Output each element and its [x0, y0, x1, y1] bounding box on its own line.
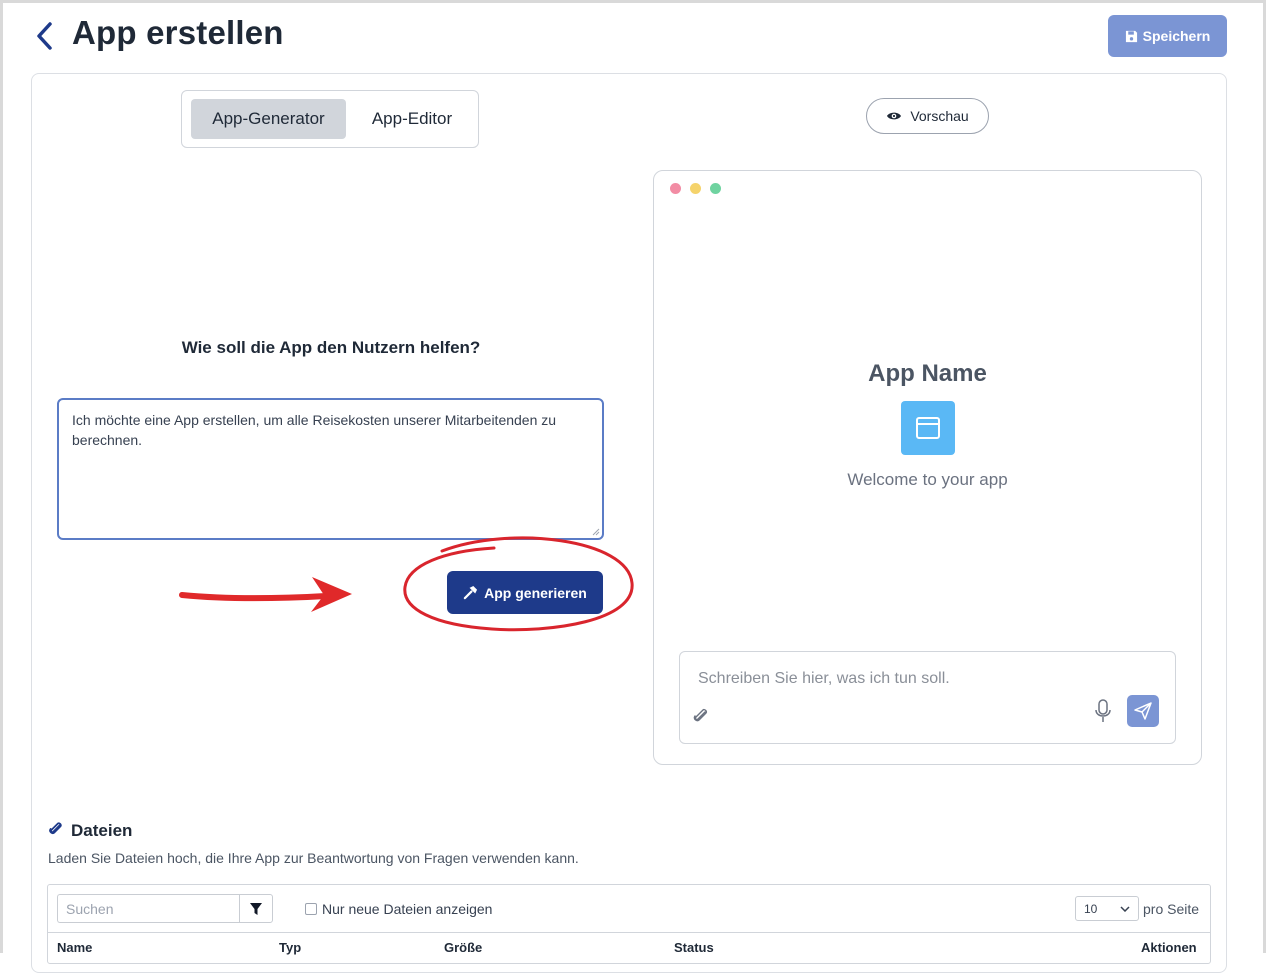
- app-window-icon: [901, 401, 955, 455]
- generate-app-button-label: App generieren: [484, 584, 587, 601]
- per-page-select[interactable]: 10: [1075, 896, 1139, 921]
- filter-funnel-icon: [250, 902, 262, 915]
- hammer-icon: [463, 585, 478, 600]
- chevron-down-icon: [1120, 905, 1130, 912]
- table-header-divider: [48, 932, 1210, 933]
- per-page-label: pro Seite: [1143, 901, 1200, 917]
- window-dot-green: [710, 183, 721, 194]
- app-description-text: Ich möchte eine App erstellen, um alle R…: [72, 412, 557, 448]
- preview-button[interactable]: Vorschau: [866, 98, 989, 134]
- page-title: App erstellen: [72, 14, 284, 51]
- microphone-icon[interactable]: [1093, 698, 1113, 724]
- paper-plane-icon: [1134, 702, 1152, 720]
- filter-button[interactable]: [239, 894, 273, 923]
- window-dot-yellow: [690, 183, 701, 194]
- prompt-question: Wie soll die App den Nutzern helfen?: [181, 338, 481, 357]
- send-button[interactable]: [1127, 695, 1159, 727]
- tab-app-editor[interactable]: App-Editor: [352, 99, 472, 139]
- annotation-arrow-icon: [179, 577, 352, 612]
- only-new-files-checkbox[interactable]: [305, 903, 317, 915]
- paperclip-icon[interactable]: [691, 706, 711, 726]
- only-new-files-label: Nur neue Dateien anzeigen: [322, 901, 493, 917]
- preview-button-label: Vorschau: [910, 108, 969, 124]
- generate-app-button[interactable]: App generieren: [447, 571, 603, 614]
- files-search-input[interactable]: [57, 894, 240, 923]
- per-page-value: 10: [1084, 901, 1098, 916]
- window-dot-red: [670, 183, 681, 194]
- files-section-description: Laden Sie Dateien hoch, die Ihre App zur…: [48, 850, 579, 866]
- preview-welcome-text: Welcome to your app: [847, 470, 1008, 489]
- files-section-title: Dateien: [71, 821, 133, 840]
- save-button-label: Speichern: [1142, 28, 1211, 44]
- tab-app-generator[interactable]: App-Generator: [191, 99, 346, 139]
- eye-icon: [887, 112, 902, 120]
- back-arrow-icon[interactable]: [33, 20, 57, 52]
- mode-tab-group: App-Generator App-Editor: [181, 90, 479, 148]
- paperclip-icon: [49, 822, 62, 835]
- preview-app-name: App Name: [868, 360, 987, 387]
- app-description-textarea[interactable]: Ich möchte eine App erstellen, um alle R…: [57, 398, 604, 540]
- save-button[interactable]: Speichern: [1108, 15, 1227, 57]
- chat-input-placeholder[interactable]: Schreiben Sie hier, was ich tun soll.: [698, 670, 950, 688]
- floppy-disk-icon: [1125, 30, 1137, 42]
